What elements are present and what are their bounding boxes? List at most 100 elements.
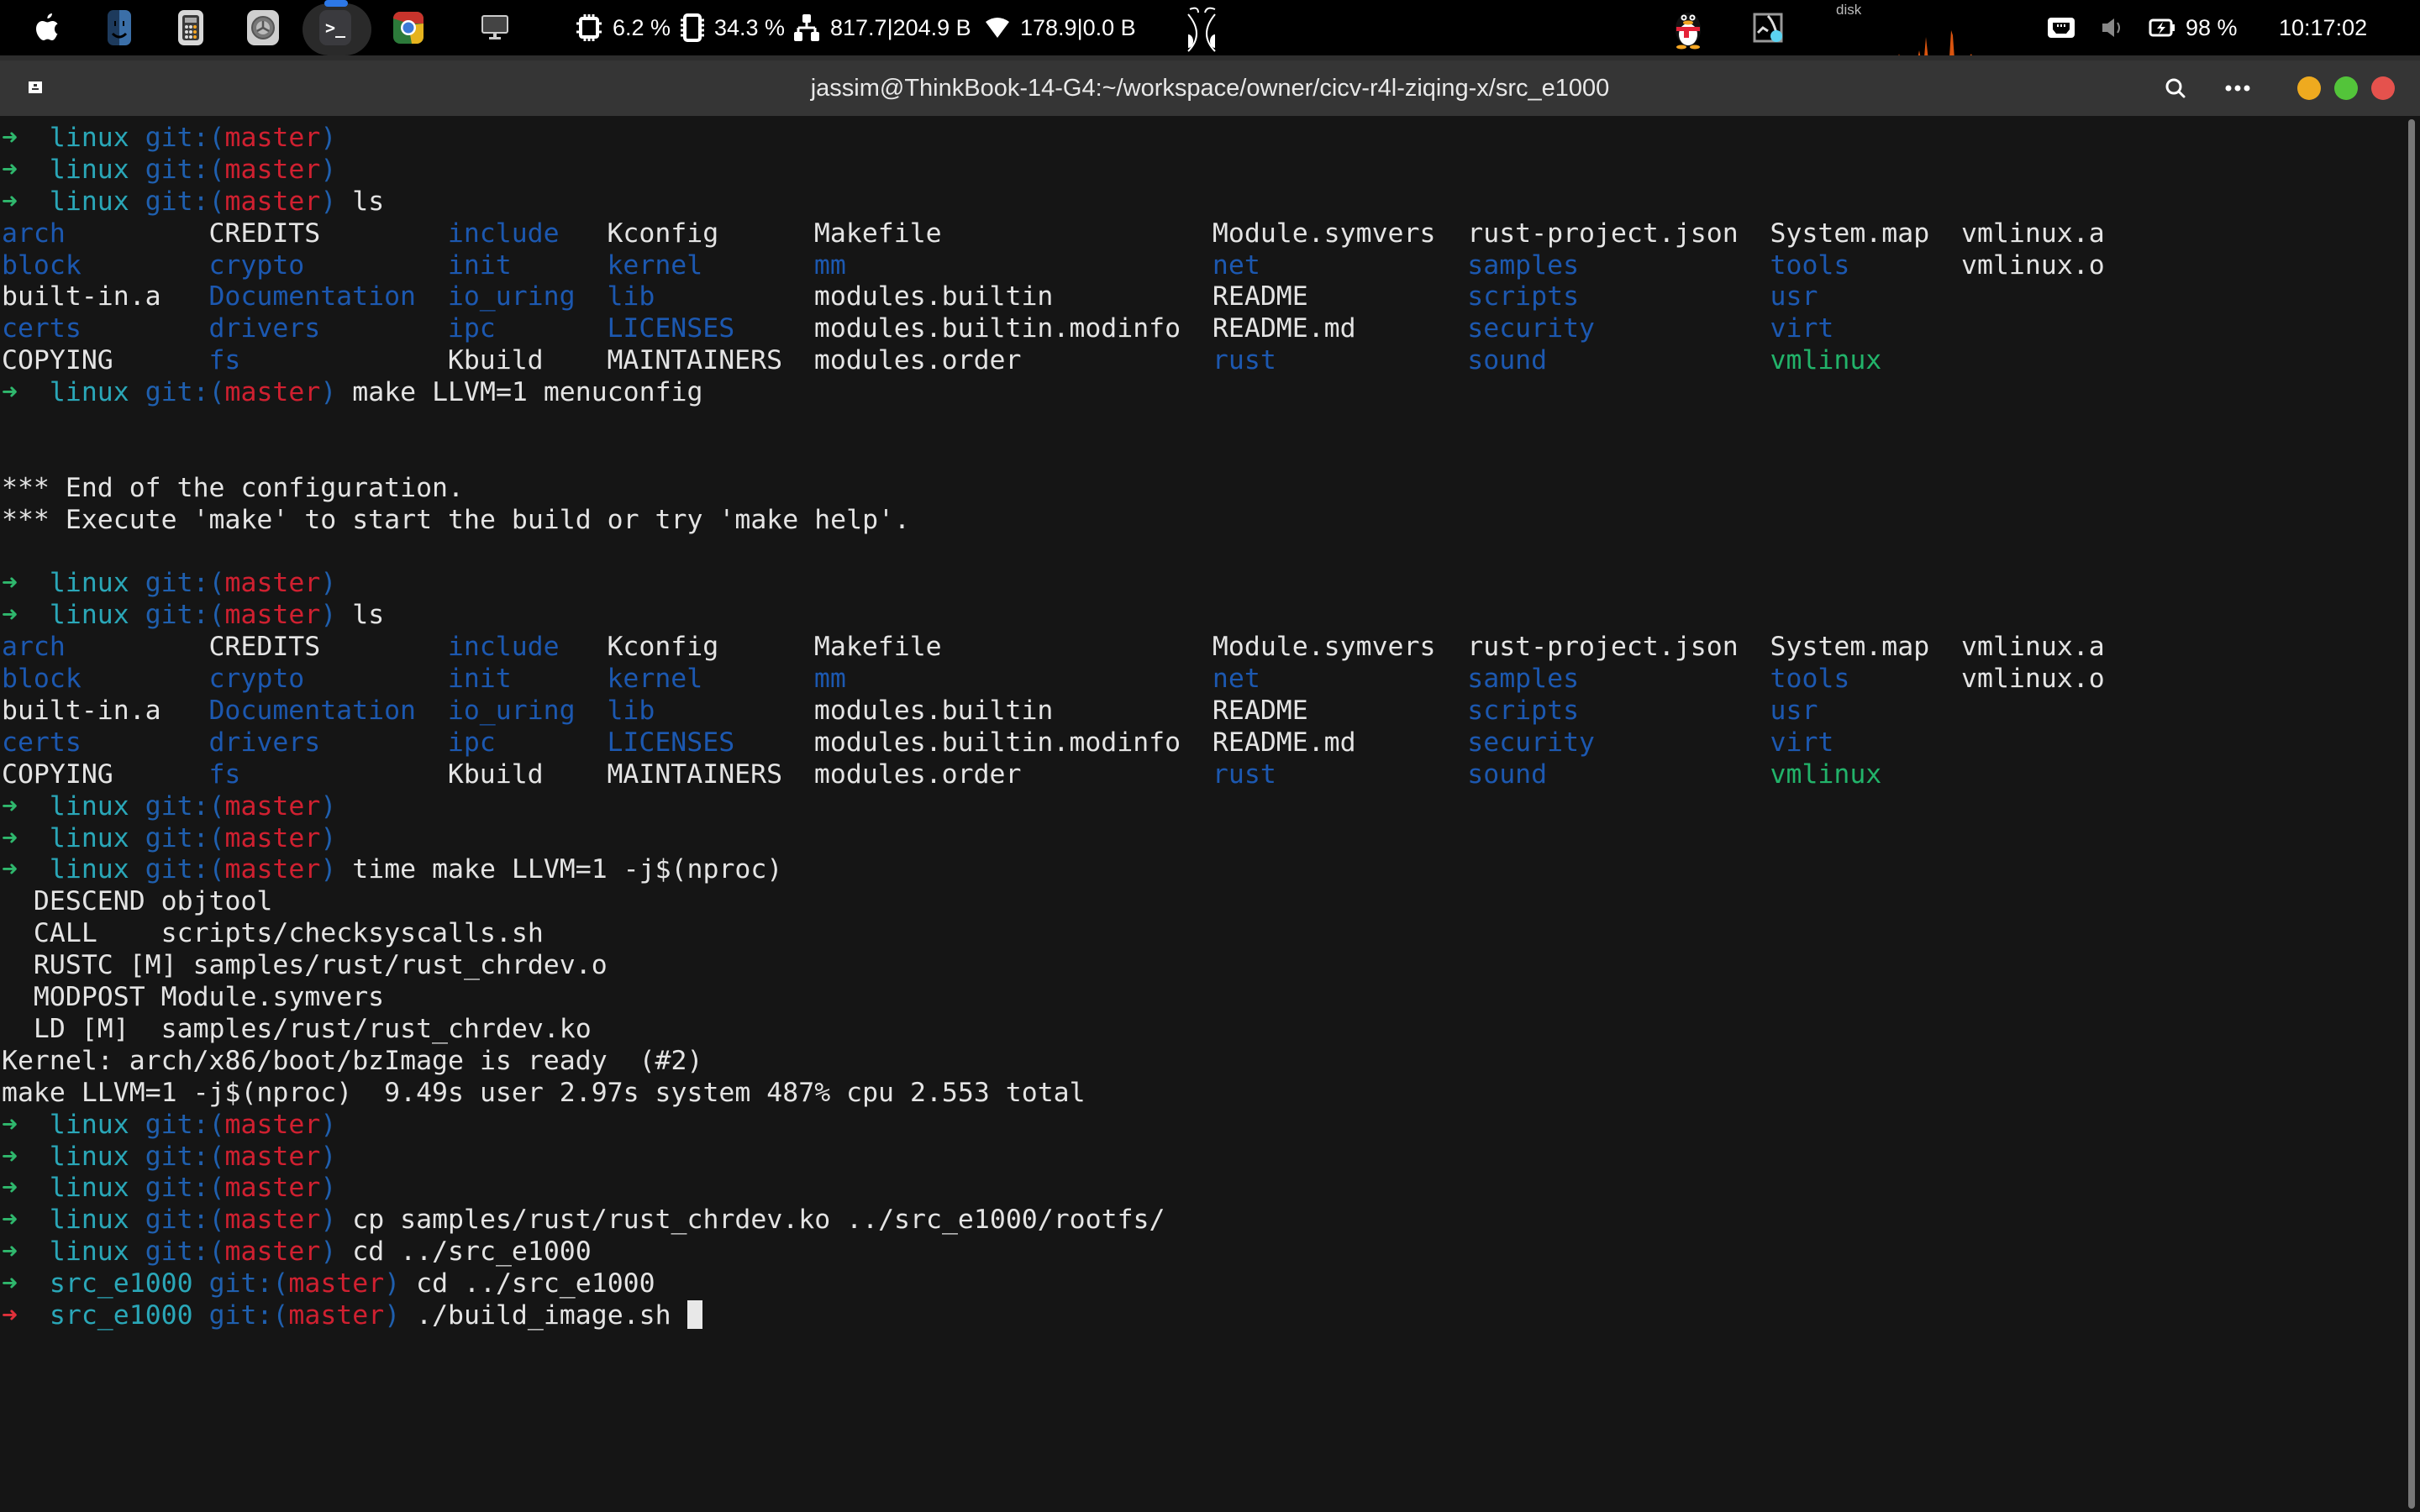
speaker-icon <box>2102 18 2120 37</box>
cpu-value: 6.2 % <box>613 14 671 40</box>
prompt-line: ➜ linux git:(master) <box>2 1110 2395 1142</box>
prompt-git-close: ) <box>320 1141 337 1172</box>
tray-screenshot-tool[interactable] <box>1753 0 1785 55</box>
ls-row: built-in.a Documentation io_uring lib module… <box>2 281 2395 313</box>
prompt-directory: linux <box>49 186 129 217</box>
prompt-line: ➜ linux git:(master) <box>2 1173 2395 1205</box>
ls-directory-entry: include <box>447 632 560 663</box>
network-stat[interactable]: 817.7|204.9 B <box>793 0 971 55</box>
ls-directory-entry: tools <box>1770 249 1850 281</box>
apple-menu[interactable] <box>32 0 62 55</box>
minimize-button[interactable] <box>2297 72 2321 104</box>
gear-icon <box>247 10 279 45</box>
dock-calculator[interactable] <box>178 0 203 55</box>
memory-stat[interactable]: 34.3 % <box>681 0 785 55</box>
ls-output-block: arch CREDITS include Kconfig Makefile Module.… <box>2 632 2395 790</box>
search-button[interactable] <box>2163 72 2188 104</box>
output-line: Kernel: arch/x86/boot/bzImage is ready (… <box>2 1045 703 1076</box>
prompt-arrow-icon: ➜ <box>2 1299 18 1331</box>
prompt-arrow-icon: ➜ <box>2 568 18 599</box>
ls-file-entry: vmlinux <box>1770 345 1882 376</box>
dock-display[interactable] <box>481 0 509 55</box>
prompt-git-label: git:( <box>145 1141 225 1172</box>
tray-ethernet[interactable] <box>2048 0 2075 55</box>
prompt-line: ➜ linux git:(master) make LLVM=1 menucon… <box>2 377 2395 409</box>
prompt-directory: linux <box>49 377 129 408</box>
ls-directory-entry: ipc <box>447 727 496 758</box>
prompt-git-branch: master <box>224 1141 321 1172</box>
tray-app-faces[interactable] <box>1186 0 1217 55</box>
disk-label: disk <box>1836 2 1862 18</box>
ls-directory-entry: rust <box>1212 345 1276 376</box>
prompt-line: ➜ linux git:(master) ls <box>2 186 2395 218</box>
maximize-button[interactable] <box>2334 72 2358 104</box>
dock-terminal[interactable]: >_ <box>319 0 351 55</box>
battery-stat[interactable]: 98 % <box>2149 0 2238 55</box>
prompt-git-close: ) <box>384 1268 401 1299</box>
prompt-command: ./build_image.sh <box>416 1299 687 1331</box>
terminal-output[interactable]: ➜ linux git:(master) ➜ linux git:(master)… <box>0 116 2395 1512</box>
prompt-git-branch: master <box>224 377 321 408</box>
ls-row: block crypto init kernel mm net samples tools vm… <box>2 664 2395 696</box>
prompt-directory: linux <box>49 154 129 185</box>
prompt-arrow-icon: ➜ <box>2 600 18 631</box>
prompt-git-label: git:( <box>145 1236 225 1268</box>
more-options-button[interactable] <box>2223 72 2252 104</box>
ls-directory-entry: fs <box>208 759 241 790</box>
clock[interactable]: 10:17:02 <box>2279 0 2367 55</box>
prompt-arrow-icon: ➜ <box>2 1109 18 1140</box>
ls-file-entry: CREDITS <box>208 632 321 663</box>
ls-file-entry: MAINTAINERS <box>607 759 783 790</box>
ls-directory-entry: init <box>447 249 512 281</box>
maximize-icon <box>2334 76 2358 100</box>
prompt-git-branch: master <box>224 1173 321 1204</box>
output-line: LD [M] samples/rust/rust_chrdev.ko <box>2 1013 592 1044</box>
ethernet-icon <box>2048 18 2075 38</box>
tray-volume[interactable] <box>2101 0 2126 55</box>
prompt-line: ➜ linux git:(master) <box>2 155 2395 186</box>
prompt-git-close: ) <box>320 568 337 599</box>
prompt-git-branch: master <box>224 600 321 631</box>
ls-row: COPYING fs Kbuild MAINTAINERS modules.order r… <box>2 345 2395 377</box>
cpu-icon <box>576 14 602 41</box>
prompt-git-label: git:( <box>145 154 225 185</box>
ls-file-entry: built-in.a <box>2 696 161 727</box>
close-icon <box>2371 76 2395 100</box>
cpu-stat[interactable]: 6.2 % <box>576 0 671 55</box>
prompt-directory: linux <box>49 600 129 631</box>
ls-file-entry: Kbuild <box>447 345 544 376</box>
apple-icon <box>36 13 58 40</box>
prompt-directory: linux <box>49 854 129 885</box>
ls-directory-entry: security <box>1467 727 1595 758</box>
tray-qq[interactable] <box>1672 0 1704 55</box>
ls-file-entry: COPYING <box>2 345 113 376</box>
prompt-git-close: ) <box>320 186 337 217</box>
prompt-arrow-icon: ➜ <box>2 154 18 185</box>
ls-directory-entry: kernel <box>607 664 703 695</box>
ls-directory-entry: samples <box>1467 249 1580 281</box>
terminal-titlebar[interactable]: jassim@ThinkBook-14-G4:~/workspace/owner… <box>0 55 2420 116</box>
network-icon <box>794 14 819 41</box>
prompt-git-close: ) <box>320 377 337 408</box>
prompt-git-close: ) <box>320 1173 337 1204</box>
dock-finder[interactable] <box>108 0 131 55</box>
close-button[interactable] <box>2371 72 2395 104</box>
network-value: 817.7|204.9 B <box>830 14 971 40</box>
ls-directory-entry: scripts <box>1467 281 1580 312</box>
wifi-stat[interactable]: 178.9|0.0 B <box>985 0 1136 55</box>
dock-system-preferences[interactable] <box>247 0 279 55</box>
prompt-arrow-icon: ➜ <box>2 377 18 408</box>
prompt-git-close: ) <box>320 1109 337 1140</box>
prompt-git-close: ) <box>384 1299 401 1331</box>
prompt-directory: linux <box>49 1109 129 1140</box>
ls-file-entry: README <box>1212 281 1308 312</box>
prompt-command: cd ../src_e1000 <box>416 1268 655 1299</box>
prompt-git-close: ) <box>320 154 337 185</box>
ls-directory-entry: scripts <box>1467 696 1580 727</box>
prompt-arrow-icon: ➜ <box>2 822 18 853</box>
prompt-git-label: git:( <box>145 186 225 217</box>
ls-file-entry: Kconfig <box>607 218 719 249</box>
terminal-scrollbar[interactable] <box>2408 119 2415 1509</box>
dock-chrome[interactable] <box>392 0 425 55</box>
ls-file-entry: vmlinux <box>1770 759 1882 790</box>
